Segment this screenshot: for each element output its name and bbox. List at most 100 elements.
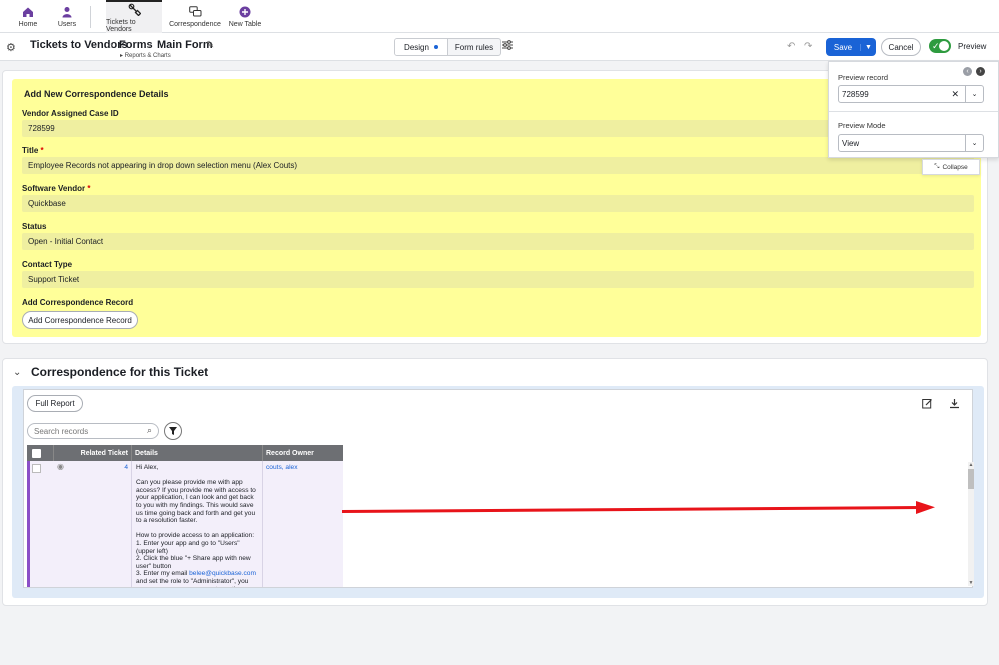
chevron-down-icon[interactable]: ▼ [860,43,876,51]
nav-tickets-to-vendors[interactable]: Tickets to Vendors [106,0,162,33]
required-marker: * [87,184,91,193]
tab-form-rules[interactable]: Form rules [448,39,500,55]
select-all-checkbox[interactable] [32,449,41,458]
field-label-text: Contact Type [22,260,73,269]
related-ticket-link[interactable]: 4 [124,464,128,471]
required-marker: * [40,146,44,155]
tab-form-rules-label: Form rules [454,42,494,52]
record-owner-link[interactable]: couts, alex [266,464,298,471]
field-label-software-vendor: Software Vendor * [22,184,90,193]
nav-users[interactable]: Users [48,0,86,33]
table-header: Related Ticket Details Record Owner [27,445,343,461]
preview-toggle[interactable]: ✓ [929,39,951,53]
field-label-status: Status [22,222,46,231]
row-indicator [27,461,30,587]
add-correspondence-button[interactable]: Add Correspondence Record [22,311,138,329]
nav-new-table[interactable]: New Table [226,0,264,33]
caret-right-icon: ▸ [120,53,124,59]
pencil-icon[interactable]: ✎ [206,40,214,51]
full-report-button[interactable]: Full Report [27,395,83,412]
redo-icon[interactable]: ↷ [804,41,812,52]
plus-circle-icon [238,5,252,19]
preview-record-input[interactable]: 728599 ✕ ⌄ [838,85,984,103]
field-label-text: Title [22,146,39,155]
tools-icon [127,3,141,17]
report-body: Full Report Search records ⌕ Related Tic… [23,389,974,588]
cell-details: Hi Alex, Can you please provide me with … [132,461,263,587]
nav-correspondence[interactable]: Correspondence [168,0,222,33]
app-nav: Home Users Tickets to Vendors Correspond… [0,0,999,33]
col-record-owner[interactable]: Record Owner [263,445,343,461]
save-label: Save [833,42,853,52]
nav-divider [90,6,91,28]
collapse-icon: ⤡ [934,163,940,170]
save-button[interactable]: Save ▼ [826,38,876,56]
table-row[interactable]: ◉ 4 Hi Alex, Can you please provide me w… [27,461,343,587]
download-icon[interactable] [949,398,960,412]
nav-home-label: Home [18,21,38,28]
scroll-up-icon[interactable]: ▲ [968,462,974,468]
chevron-down-icon[interactable]: ⌄ [965,86,983,102]
scroll-down-icon[interactable]: ▼ [968,580,974,586]
breadcrumb-form-name: Main Form [157,39,213,51]
preview-label: Preview [958,42,987,51]
col-related-ticket[interactable]: Related Ticket [54,445,132,461]
undo-icon[interactable]: ↶ [787,41,795,52]
details-text: Hi Alex, Can you please provide me with … [136,464,256,578]
chevron-right-icon: › [110,40,113,50]
field-status[interactable]: Open - Initial Contact [22,233,974,250]
nav-correspondence-label: Correspondence [169,21,221,28]
gear-icon[interactable]: ⚙ [6,41,16,54]
nav-home[interactable]: Home [8,0,48,33]
row-checkbox[interactable] [32,464,41,473]
filter-icon[interactable] [164,422,182,440]
section-title: Add New Correspondence Details [24,89,169,99]
chevron-down-icon[interactable]: ⌄ [13,367,21,378]
cancel-button[interactable]: Cancel [881,38,921,56]
cell-record-owner: couts, alex [263,461,343,587]
collapse-button[interactable]: ⤡ Collapse [922,159,980,175]
chat-icon [188,5,202,19]
chevron-down-icon[interactable]: ⌄ [965,135,983,151]
previous-record-icon[interactable]: ‹ [963,67,972,76]
edit-note-icon[interactable] [922,398,933,412]
form-builder-toolbar: ⚙ Tickets to Vendors › Forms › Main Form… [0,33,999,61]
scroll-thumb[interactable] [968,469,974,489]
breadcrumb-reports[interactable]: ▸ Reports & Charts [120,52,171,59]
collapse-label: Collapse [942,163,968,171]
field-label-case-id: Vendor Assigned Case ID [22,109,119,118]
field-label-text: Status [22,222,47,231]
check-icon: ✓ [932,41,940,51]
tab-design[interactable]: Design [395,39,448,55]
search-input[interactable]: Search records ⌕ [27,423,159,439]
vertical-scrollbar[interactable]: ▲ ▼ [968,462,974,586]
col-details[interactable]: Details [132,445,263,461]
sliders-icon[interactable] [502,40,513,53]
search-placeholder: Search records [34,426,89,436]
preview-mode-value: View [842,138,860,148]
email-link[interactable]: belee@quickbase.com [189,570,256,577]
clear-icon[interactable]: ✕ [951,89,959,100]
details-text: and set the role to "Administrator", you… [136,577,249,587]
select-all-cell [27,445,54,461]
view-mode-switch: Design Form rules [394,38,501,56]
next-record-icon[interactable]: › [976,67,985,76]
annotation-arrow [342,501,935,514]
tab-design-label: Design [404,42,429,52]
users-icon [60,5,74,19]
preview-mode-select[interactable]: View ⌄ [838,134,984,152]
section-title: Correspondence for this Ticket [31,365,209,379]
field-software-vendor[interactable]: Quickbase [22,195,974,212]
field-label-title: Title * [22,146,44,155]
unsaved-dot [433,45,438,49]
breadcrumb-reports-label: Reports & Charts [124,53,171,59]
cell-related-ticket: 4 [54,461,132,587]
field-label-add-correspondence: Add Correspondence Record [22,298,134,307]
preview-mode-label: Preview Mode [838,121,886,130]
field-title[interactable]: Employee Records not appearing in drop d… [22,157,974,174]
preview-panel: Preview record ‹ › 728599 ✕ ⌄ Preview Mo… [828,61,999,158]
field-contact-type[interactable]: Support Ticket [22,271,974,288]
divider [829,111,998,112]
home-icon [21,5,35,19]
preview-record-label: Preview record [838,73,889,82]
